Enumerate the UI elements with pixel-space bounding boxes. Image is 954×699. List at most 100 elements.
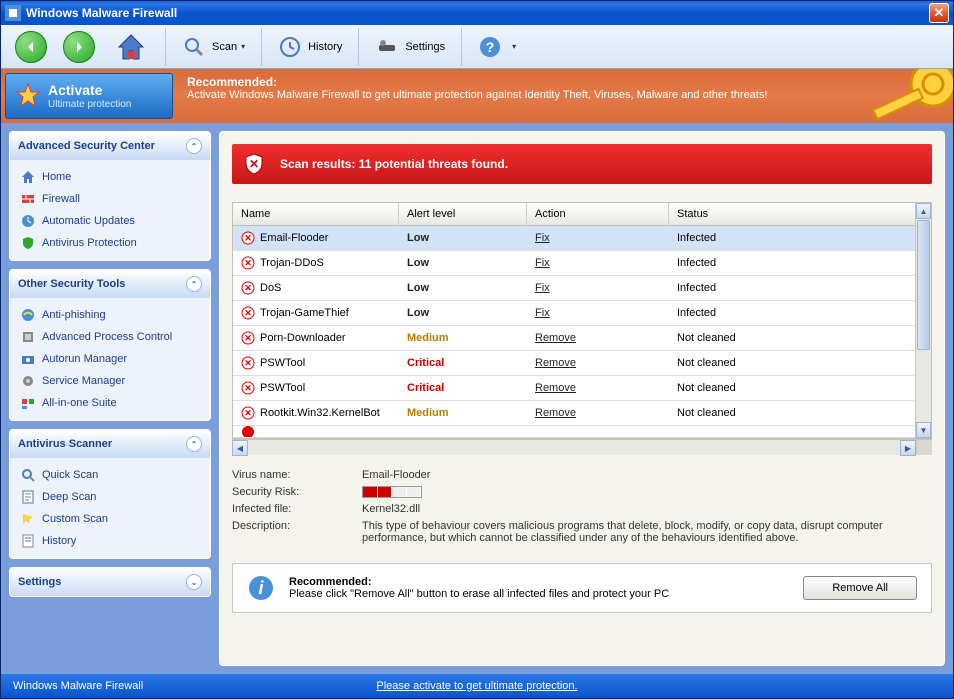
scroll-up-button[interactable]: ▲ <box>916 203 931 219</box>
col-alert[interactable]: Alert level <box>399 203 527 225</box>
threat-icon: ✕ <box>241 306 255 320</box>
suite-icon <box>20 395 36 411</box>
home-button[interactable] <box>115 31 147 63</box>
scan-menu[interactable]: Scan ▾ <box>172 31 255 63</box>
history-icon <box>278 35 302 59</box>
cell-action[interactable]: Fix <box>527 232 669 244</box>
info-icon: i <box>247 574 275 602</box>
deep-scan-icon <box>20 489 36 505</box>
panel-title: Antivirus Scanner <box>18 438 112 450</box>
col-action[interactable]: Action <box>527 203 669 225</box>
scroll-left-button[interactable]: ◀ <box>232 440 248 456</box>
col-name[interactable]: Name <box>233 203 399 225</box>
panel-advanced-security: Advanced Security Center ⌃ Home Firewall… <box>9 131 211 261</box>
banner: Activate Ultimate protection Recommended… <box>1 69 953 123</box>
sidebar-item-custom-scan[interactable]: Custom Scan <box>14 508 206 530</box>
settings-button[interactable]: Settings <box>365 31 455 63</box>
process-icon <box>20 329 36 345</box>
table-row[interactable]: ✕Porn-DownloaderMediumRemoveNot cleaned <box>233 326 931 351</box>
scan-results-header: ✕ Scan results: 11 potential threats fou… <box>232 144 932 184</box>
expand-icon: ⌄ <box>186 574 202 590</box>
ie-icon <box>20 307 36 323</box>
sidebar-item-suite[interactable]: All-in-one Suite <box>14 392 206 414</box>
scroll-down-button[interactable]: ▼ <box>916 422 931 438</box>
star-icon <box>14 82 42 110</box>
collapse-icon: ⌃ <box>186 276 202 292</box>
cell-action[interactable]: Remove <box>527 357 669 369</box>
statusbar-activate-link[interactable]: Please activate to get ultimate protecti… <box>376 680 577 692</box>
history-button[interactable]: History <box>268 31 352 63</box>
statusbar: Windows Malware Firewall Please activate… <box>1 674 953 698</box>
close-button[interactable]: ✕ <box>929 3 949 23</box>
sidebar-item-updates[interactable]: Automatic Updates <box>14 210 206 232</box>
cell-action[interactable]: Fix <box>527 307 669 319</box>
forward-button[interactable] <box>63 31 95 63</box>
sidebar-item-service-manager[interactable]: Service Manager <box>14 370 206 392</box>
panel-header[interactable]: Advanced Security Center ⌃ <box>10 132 210 160</box>
panel-header[interactable]: Antivirus Scanner ⌃ <box>10 430 210 458</box>
table-row[interactable]: ✕Trojan-DDoSLowFixInfected <box>233 251 931 276</box>
cell-action[interactable]: Fix <box>527 282 669 294</box>
panel-title: Settings <box>18 576 61 588</box>
help-icon: ? <box>478 35 502 59</box>
cell-action[interactable]: Remove <box>527 332 669 344</box>
scroll-thumb[interactable] <box>917 220 930 350</box>
help-button[interactable]: ? ▾ <box>468 31 526 63</box>
svg-text:✕: ✕ <box>249 157 259 171</box>
table-row[interactable]: ✕DoSLowFixInfected <box>233 276 931 301</box>
sidebar-item-quick-scan[interactable]: Quick Scan <box>14 464 206 486</box>
sidebar-item-antiphishing[interactable]: Anti-phishing <box>14 304 206 326</box>
separator <box>165 28 166 66</box>
separator <box>261 28 262 66</box>
label-virus-name: Virus name: <box>232 469 362 481</box>
threat-icon: ✕ <box>241 231 255 245</box>
sidebar-item-history[interactable]: History <box>14 530 206 552</box>
sidebar-item-deep-scan[interactable]: Deep Scan <box>14 486 206 508</box>
autorun-icon <box>20 351 36 367</box>
cell-action[interactable]: Fix <box>527 257 669 269</box>
col-status[interactable]: Status <box>669 203 931 225</box>
footer-rec-text: Please click "Remove All" button to eras… <box>289 588 669 600</box>
cell-action[interactable]: Remove <box>527 382 669 394</box>
threat-icon: ✕ <box>241 381 255 395</box>
remove-all-button[interactable]: Remove All <box>803 576 917 600</box>
threat-icon: ✕ <box>241 281 255 295</box>
activate-text: Activate <box>48 82 131 98</box>
panel-header[interactable]: Settings ⌄ <box>10 568 210 596</box>
svg-text:✕: ✕ <box>244 283 252 293</box>
key-decoration-icon <box>853 69 953 123</box>
vertical-scrollbar[interactable]: ▲ ▼ <box>915 203 931 438</box>
banner-recommended: Recommended: Activate Windows Malware Fi… <box>177 69 953 123</box>
threat-icon: ✕ <box>241 256 255 270</box>
value-desc: This type of behaviour covers malicious … <box>362 520 932 544</box>
threat-detail: Virus name:Email-Flooder Security Risk: … <box>232 469 932 549</box>
table-row[interactable]: ✕Rootkit.Win32.KernelBotMediumRemoveNot … <box>233 401 931 426</box>
activate-button[interactable]: Activate Ultimate protection <box>5 73 173 119</box>
sidebar-item-antivirus[interactable]: Antivirus Protection <box>14 232 206 254</box>
horizontal-scrollbar[interactable]: ◀ ▶ <box>232 439 932 455</box>
sidebar-item-home[interactable]: Home <box>14 166 206 188</box>
window: Windows Malware Firewall ✕ Scan ▾ Histor… <box>0 0 954 699</box>
back-button[interactable] <box>15 31 47 63</box>
cell-action[interactable]: Remove <box>527 407 669 419</box>
table-row[interactable]: ✕Trojan-GameThiefLowFixInfected <box>233 301 931 326</box>
threats-table: Name Alert level Action Status ✕Email-Fl… <box>232 202 932 439</box>
sidebar-item-autorun[interactable]: Autorun Manager <box>14 348 206 370</box>
panel-header[interactable]: Other Security Tools ⌃ <box>10 270 210 298</box>
cell-name: ✕Trojan-GameThief <box>233 306 399 320</box>
svg-text:✕: ✕ <box>244 358 252 368</box>
table-row[interactable]: ✕PSWToolCriticalRemoveNot cleaned <box>233 376 931 401</box>
sidebar-item-process-control[interactable]: Advanced Process Control <box>14 326 206 348</box>
sidebar-item-firewall[interactable]: Firewall <box>14 188 206 210</box>
cell-alert: Critical <box>399 357 527 369</box>
cell-name: ✕PSWTool <box>233 356 399 370</box>
scan-header-text: Scan results: 11 potential threats found… <box>280 157 508 171</box>
scroll-right-button[interactable]: ▶ <box>900 440 916 456</box>
settings-label: Settings <box>405 41 445 53</box>
content-area: Advanced Security Center ⌃ Home Firewall… <box>1 123 953 674</box>
cell-alert: Low <box>399 232 527 244</box>
table-row[interactable]: ✕PSWToolCriticalRemoveNot cleaned <box>233 351 931 376</box>
banner-rec-text: Activate Windows Malware Firewall to get… <box>187 89 767 101</box>
svg-text:✕: ✕ <box>244 258 252 268</box>
table-row[interactable]: ✕Email-FlooderLowFixInfected <box>233 226 931 251</box>
